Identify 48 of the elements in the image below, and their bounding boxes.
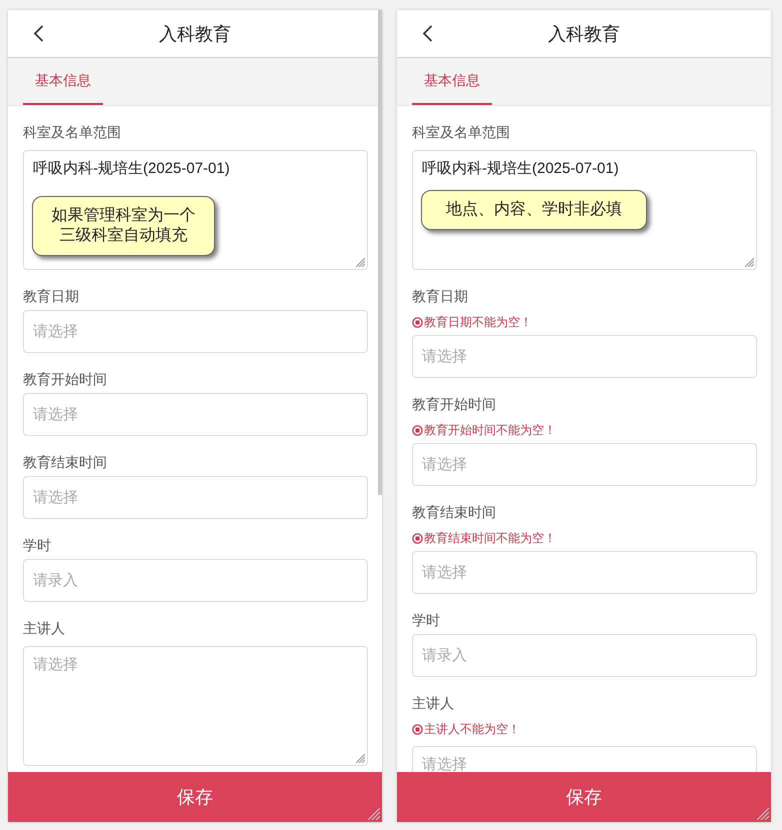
tooltip-note: 如果管理科室为一个三级科室自动填充 xyxy=(32,196,215,256)
error-icon xyxy=(412,425,423,436)
input-field[interactable]: 请选择 xyxy=(23,476,368,519)
resize-grip-icon[interactable] xyxy=(368,808,380,820)
resize-grip-icon[interactable] xyxy=(356,754,365,763)
tab[interactable]: 基本信息 xyxy=(23,58,103,105)
input-field[interactable]: 请选择 xyxy=(23,310,368,353)
save-button[interactable]: 保存 xyxy=(397,772,771,822)
scrollbar-thumb[interactable] xyxy=(378,10,382,495)
input-field[interactable]: 请录入 xyxy=(23,559,368,602)
resize-grip-icon[interactable] xyxy=(745,258,754,267)
field-label: 教育开始时间 xyxy=(412,395,497,414)
field-label: 教育日期 xyxy=(412,287,469,306)
field-label: 教育日期 xyxy=(23,287,80,306)
field-label: 科室及名单范围 xyxy=(412,123,511,142)
input-field[interactable]: 请选择 xyxy=(412,443,757,486)
input-field[interactable]: 请选择 xyxy=(412,551,757,594)
field-label: 主讲人 xyxy=(412,694,455,713)
field-label: 科室及名单范围 xyxy=(23,123,122,142)
field-label: 教育结束时间 xyxy=(412,503,497,522)
back-button[interactable] xyxy=(31,23,46,44)
textarea-field[interactable]: 请选择 xyxy=(23,646,368,766)
back-button[interactable] xyxy=(420,23,435,44)
save-button[interactable]: 保存 xyxy=(8,772,382,822)
field-label: 学时 xyxy=(412,611,441,630)
error-message: 主讲人不能为空！ xyxy=(424,721,520,738)
page-title: 入科教育 xyxy=(158,22,232,46)
input-field[interactable]: 请选择 xyxy=(412,335,757,378)
page-title: 入科教育 xyxy=(547,22,621,46)
field-label: 教育开始时间 xyxy=(23,370,108,389)
input-field[interactable]: 请录入 xyxy=(412,634,757,677)
field-label: 主讲人 xyxy=(23,619,66,638)
resize-grip-icon[interactable] xyxy=(757,808,769,820)
field-label: 教育结束时间 xyxy=(23,453,108,472)
field-label: 学时 xyxy=(23,536,52,555)
error-message: 教育结束时间不能为空！ xyxy=(424,530,556,547)
error-icon xyxy=(412,724,423,735)
error-message: 教育开始时间不能为空！ xyxy=(424,422,556,439)
input-field[interactable]: 请选择 xyxy=(23,393,368,436)
tab[interactable]: 基本信息 xyxy=(412,58,492,105)
chevron-left-icon xyxy=(33,25,44,42)
textarea-field[interactable]: 请选择 xyxy=(412,746,757,772)
error-icon xyxy=(412,317,423,328)
tooltip-note: 地点、内容、学时非必填 xyxy=(421,190,647,230)
error-icon xyxy=(412,533,423,544)
chevron-left-icon xyxy=(422,25,433,42)
error-message: 教育日期不能为空！ xyxy=(424,314,532,331)
resize-grip-icon[interactable] xyxy=(356,258,365,267)
